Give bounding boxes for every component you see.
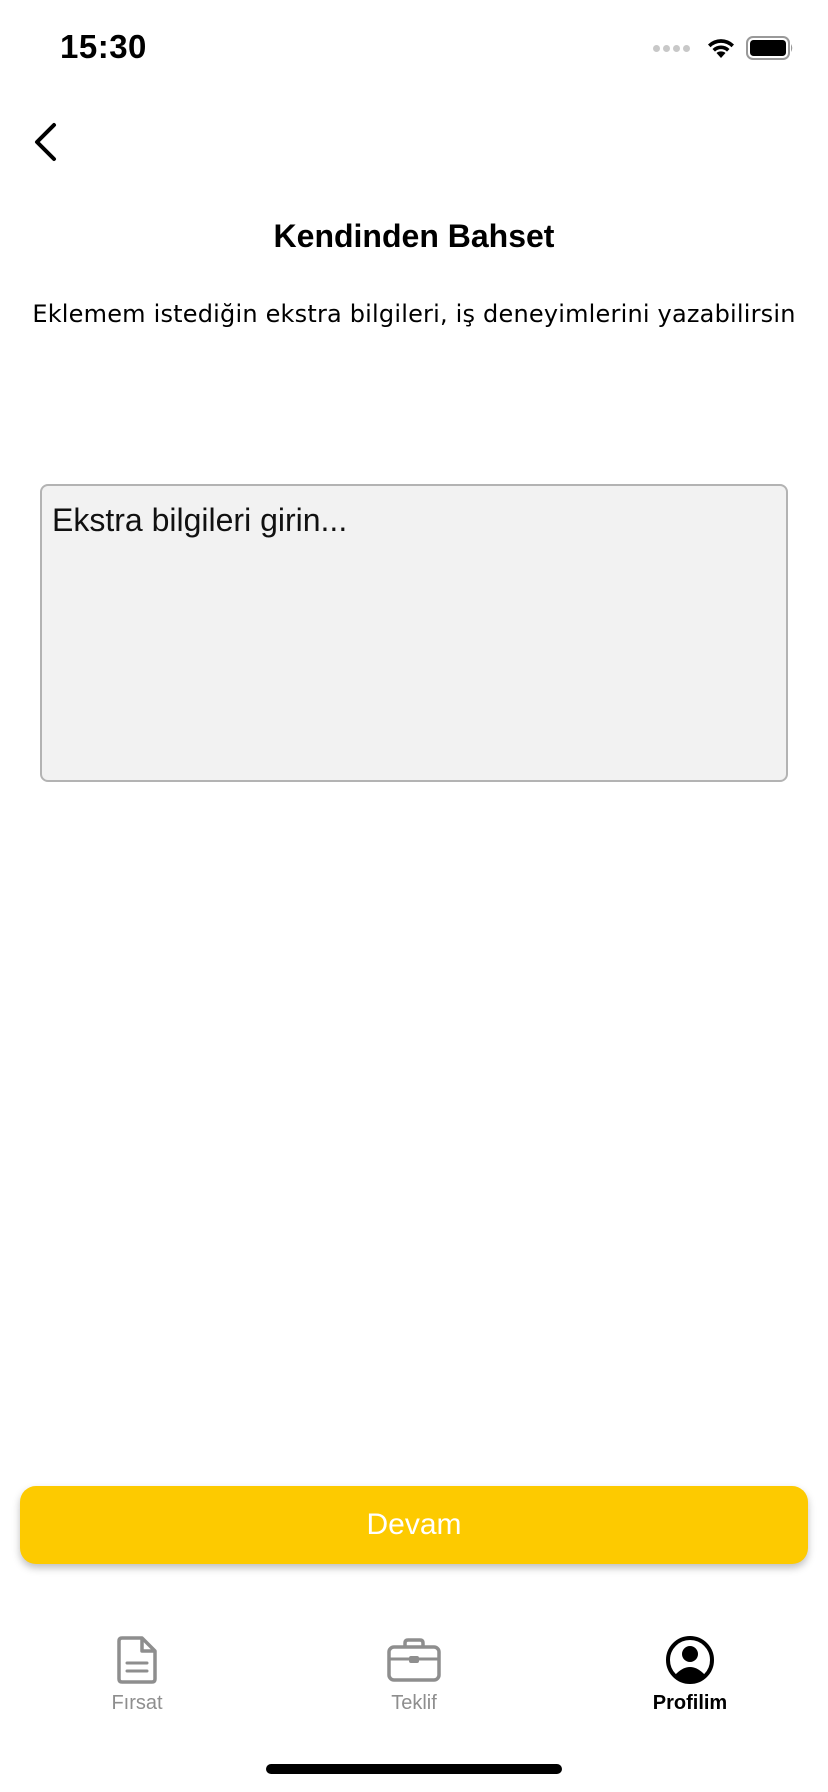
tab-teklif[interactable]: Teklif: [324, 1630, 504, 1715]
continue-button[interactable]: Devam: [20, 1486, 808, 1564]
profile-icon: [666, 1636, 714, 1684]
signal-icon: [653, 44, 690, 52]
document-icon: [117, 1636, 157, 1684]
chevron-left-icon: [35, 123, 56, 161]
tab-profilim[interactable]: Profilim: [600, 1630, 780, 1715]
extra-info-textarea[interactable]: [40, 484, 788, 782]
tab-firsat-label: Fırsat: [111, 1692, 163, 1714]
tab-profilim-label: Profilim: [652, 1692, 728, 1714]
page-title: Kendinden Bahset: [273, 218, 555, 254]
status-time: 15:30: [60, 28, 147, 65]
back-button[interactable]: [20, 112, 70, 172]
tab-firsat[interactable]: Fırsat: [47, 1630, 227, 1715]
wifi-icon: [708, 39, 734, 58]
briefcase-icon: [387, 1638, 441, 1682]
page-subtitle: Eklemem istediğin ekstra bilgileri, iş d…: [32, 300, 796, 328]
status-icons: [653, 36, 794, 60]
tab-bar: Fırsat Teklif Profilim: [0, 1630, 828, 1730]
status-bar: 15:30: [0, 0, 828, 100]
battery-icon: [746, 36, 793, 60]
home-indicator: [266, 1764, 562, 1774]
tab-teklif-label: Teklif: [391, 1692, 437, 1714]
